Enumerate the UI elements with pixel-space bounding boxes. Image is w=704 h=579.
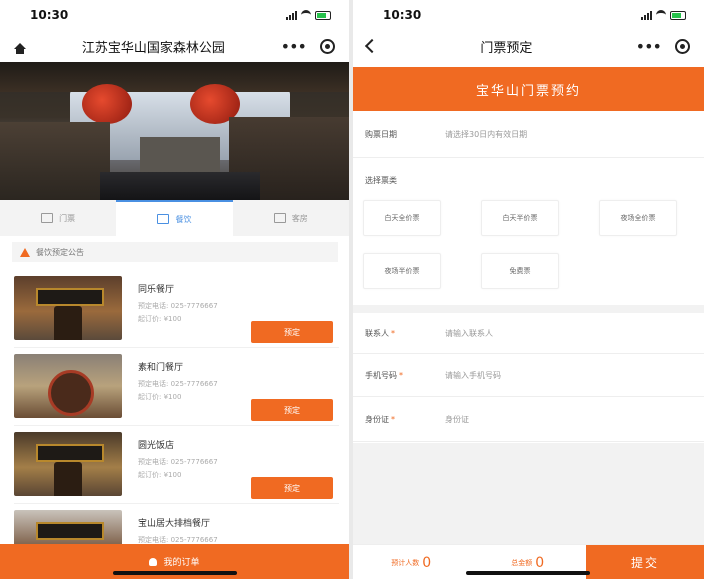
home-indicator[interactable] — [466, 571, 590, 575]
restaurant-phone: 预定电话: 025-7776667 — [138, 380, 218, 388]
section-gap — [353, 305, 704, 313]
nav-bar: 江苏宝华山国家森林公园 ••• — [0, 30, 349, 62]
home-icon[interactable] — [14, 43, 26, 54]
restaurant-phone: 预定电话: 025-7776667 — [138, 302, 218, 310]
restaurant-photo — [14, 432, 122, 496]
restaurant-photo — [14, 354, 122, 418]
page-title: 江苏宝华山国家森林公园 — [81, 40, 225, 56]
phone-label: 手机号码 — [365, 370, 397, 380]
battery-icon — [670, 10, 686, 20]
battery-icon — [315, 10, 331, 20]
date-row[interactable]: 购票日期 请选择30日内有效日期 — [353, 111, 704, 158]
contact-label: 联系人 — [365, 328, 389, 338]
signal-icon — [286, 10, 297, 20]
book-button[interactable]: 预定 — [251, 321, 333, 343]
ticket-type-option[interactable]: 免费票 — [481, 253, 559, 289]
more-icon[interactable]: ••• — [636, 37, 662, 56]
tab-dining[interactable]: 餐饮 — [116, 200, 233, 236]
contact-input[interactable]: 请输入联系人 — [445, 328, 493, 339]
restaurant-price: 起订价: ¥100 — [138, 471, 182, 479]
ticket-type-option[interactable]: 白天半价票 — [481, 200, 559, 236]
back-icon[interactable] — [364, 38, 380, 54]
people-count: 预计人数 0 — [391, 554, 432, 571]
required-mark: * — [391, 328, 395, 338]
ticket-type-option[interactable]: 白天全价票 — [363, 200, 441, 236]
wifi-icon — [656, 10, 666, 20]
restaurant-photo — [14, 276, 122, 340]
ticket-type-label: 选择票类 — [365, 176, 397, 185]
list-item[interactable]: 素和门餐厅 预定电话: 025-7776667 起订价: ¥100 预定 — [14, 350, 339, 426]
list-item[interactable]: 同乐餐厅 预定电话: 025-7776667 起订价: ¥100 预定 — [14, 272, 339, 348]
left-screen: 10:30 江苏宝华山国家森林公园 ••• 门票 餐饮 客房 餐饮预定公告 同乐… — [0, 0, 349, 579]
restaurant-name: 宝山居大排档餐厅 — [138, 519, 211, 529]
dining-icon — [157, 214, 170, 224]
submit-button[interactable]: 提交 — [586, 545, 704, 579]
category-tabs: 门票 餐饮 客房 — [0, 200, 349, 236]
restaurant-phone: 预定电话: 025-7776667 — [138, 458, 218, 466]
restaurant-name: 素和门餐厅 — [138, 363, 184, 373]
date-picker[interactable]: 请选择30日内有效日期 — [445, 129, 527, 140]
tab-tickets[interactable]: 门票 — [0, 200, 116, 236]
ticket-type-option[interactable]: 夜场半价票 — [363, 253, 441, 289]
bed-icon — [273, 213, 286, 223]
page-title: 门票预定 — [480, 40, 533, 56]
status-time: 10:30 — [30, 8, 69, 22]
banner-image — [0, 62, 349, 200]
restaurant-name: 同乐餐厅 — [138, 285, 175, 295]
signal-icon — [641, 10, 652, 20]
people-count-value: 0 — [422, 554, 432, 571]
tab-rooms[interactable]: 客房 — [233, 200, 349, 236]
book-button[interactable]: 预定 — [251, 477, 333, 499]
close-miniprogram-icon[interactable] — [674, 38, 690, 54]
id-label: 身份证 — [365, 414, 389, 424]
wifi-icon — [301, 10, 311, 20]
ticket-type-option[interactable]: 夜场全价票 — [599, 200, 677, 236]
restaurant-price: 起订价: ¥100 — [138, 393, 182, 401]
required-mark: * — [391, 414, 395, 424]
empty-area — [353, 443, 704, 545]
notice-bar[interactable]: 餐饮预定公告 — [12, 242, 338, 262]
list-item[interactable]: 圆光饭店 预定电话: 025-7776667 起订价: ¥100 预定 — [14, 428, 339, 504]
nav-bar: 门票预定 ••• — [353, 30, 704, 62]
contact-row: 联系人 * 请输入联系人 — [353, 313, 704, 354]
warning-icon — [20, 247, 30, 257]
person-icon — [149, 557, 158, 566]
close-miniprogram-icon[interactable] — [319, 38, 335, 54]
status-bar: 10:30 — [353, 0, 704, 30]
restaurant-price: 起订价: ¥100 — [138, 315, 182, 323]
phone-input[interactable]: 请输入手机号码 — [445, 370, 501, 381]
restaurant-name: 圆光饭店 — [138, 441, 175, 451]
status-time: 10:30 — [383, 8, 422, 22]
home-indicator[interactable] — [113, 571, 237, 575]
restaurant-list: 同乐餐厅 预定电话: 025-7776667 起订价: ¥100 预定 素和门餐… — [14, 272, 339, 579]
id-row: 身份证 * 身份证 — [353, 397, 704, 442]
ticket-icon — [41, 213, 54, 223]
phone-row: 手机号码 * 请输入手机号码 — [353, 354, 704, 397]
required-mark: * — [399, 370, 403, 380]
book-button[interactable]: 预定 — [251, 399, 333, 421]
status-icons — [286, 10, 331, 20]
status-bar: 10:30 — [0, 0, 349, 30]
right-screen: 10:30 门票预定 ••• 宝华山门票预约 购票日期 请选择30日内有效日期 … — [353, 0, 704, 579]
more-icon[interactable]: ••• — [281, 37, 307, 56]
total-amount-value: 0 — [535, 554, 545, 571]
date-label: 购票日期 — [365, 129, 397, 139]
form-header: 宝华山门票预约 — [353, 67, 704, 111]
id-input[interactable]: 身份证 — [445, 414, 469, 425]
status-icons — [641, 10, 686, 20]
